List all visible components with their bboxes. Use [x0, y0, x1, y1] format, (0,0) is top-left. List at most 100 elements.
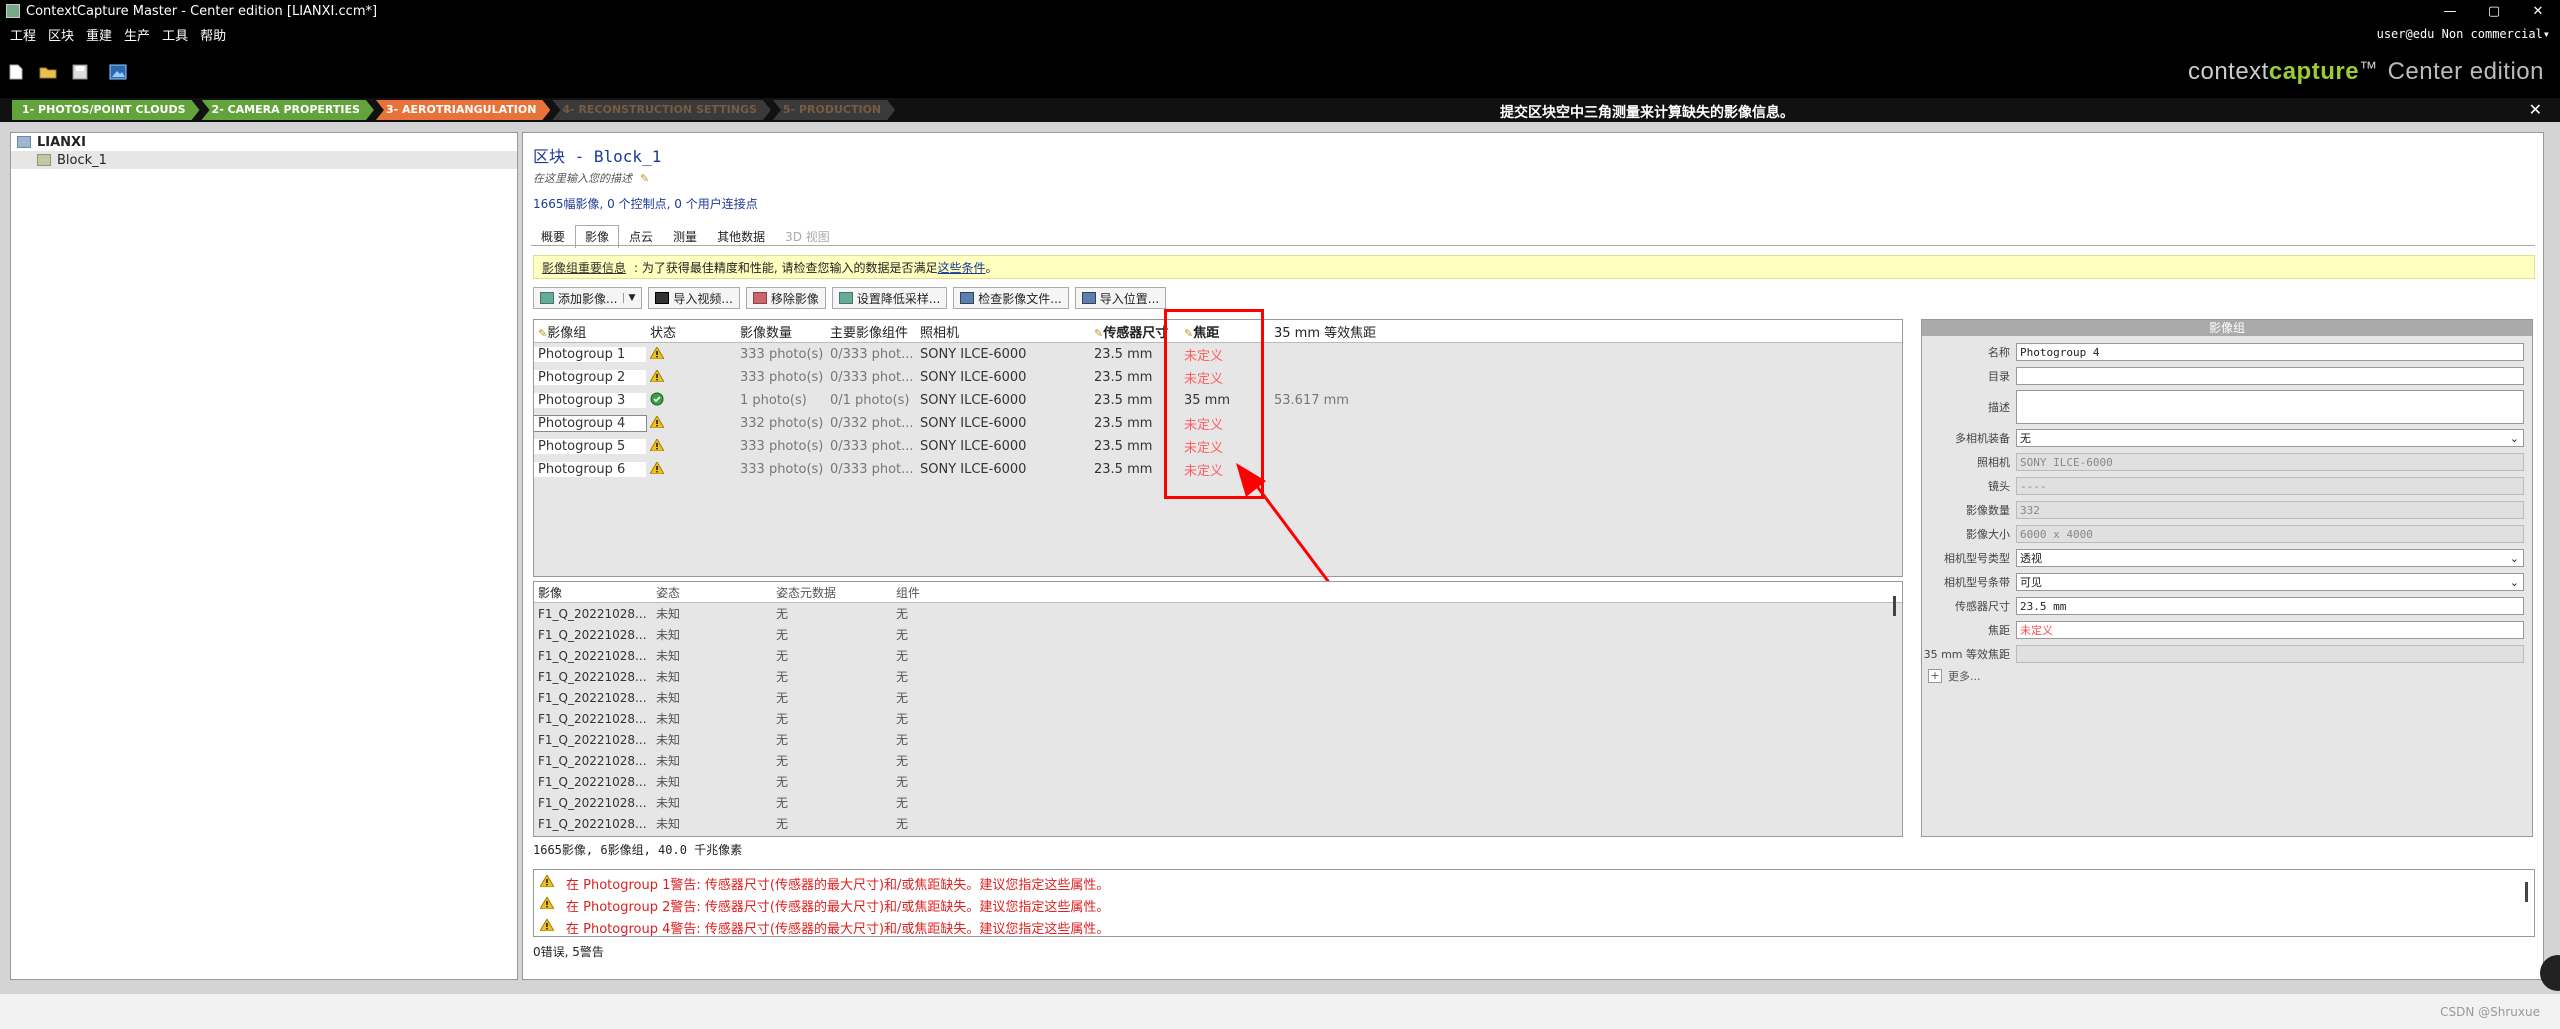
- import-video-button[interactable]: 导入视频...: [648, 287, 740, 309]
- warnings-scrollbar[interactable]: [2525, 882, 2528, 902]
- edit-pencil-icon[interactable]: ✎: [640, 172, 649, 185]
- new-project-icon[interactable]: [6, 62, 26, 82]
- prop-band-label: 相机型号条带: [1944, 576, 2010, 589]
- step-camera-properties[interactable]: 2- CAMERA PROPERTIES: [202, 100, 374, 120]
- col-35mm-focal[interactable]: 35 mm 等效焦距: [1270, 322, 1470, 341]
- warning-row[interactable]: 在 Photogroup 1警告: 传感器尺寸(传感器的最大尺寸)和/或焦距缺失…: [534, 872, 2534, 894]
- open-folder-icon[interactable]: [38, 62, 58, 82]
- prop-lens-value: ----: [2016, 477, 2524, 495]
- image-pose: 未知: [656, 649, 681, 663]
- image-row[interactable]: F1_Q_20221028... 未知 无 无: [534, 624, 1902, 645]
- image-row[interactable]: F1_Q_20221028... 未知 无 无: [534, 813, 1902, 834]
- step-photos[interactable]: 1- PHOTOS/POINT CLOUDS: [12, 100, 200, 120]
- image-row[interactable]: F1_Q_20221028... 未知 无 无: [534, 729, 1902, 750]
- col-photo-count[interactable]: 影像数量: [736, 322, 826, 341]
- menu-help[interactable]: 帮助: [200, 25, 226, 44]
- watermark: CSDN @Shruxue: [2440, 1005, 2540, 1019]
- prop-name-input[interactable]: Photogroup 4: [2016, 343, 2524, 361]
- image-pose: 未知: [656, 733, 681, 747]
- conditions-link[interactable]: 这些条件: [938, 259, 986, 276]
- image-pose-metadata: 无: [776, 691, 789, 705]
- prop-sensor-label: 传感器尺寸: [1955, 600, 2010, 613]
- image-component: 无: [896, 712, 909, 726]
- image-viewer-icon[interactable]: [108, 62, 128, 82]
- prop-camera-label: 照相机: [1977, 456, 2010, 469]
- menu-project[interactable]: 工程: [10, 25, 36, 44]
- prop-model-select[interactable]: 透视 ⌄: [2016, 549, 2524, 567]
- camera-model: SONY ILCE-6000: [920, 462, 1027, 477]
- image-component: 无: [896, 733, 909, 747]
- check-image-files-button[interactable]: 检查影像文件...: [953, 287, 1069, 309]
- image-name: F1_Q_20221028...: [538, 816, 647, 831]
- warning-row[interactable]: 在 Photogroup 2警告: 传感器尺寸(传感器的最大尺寸)和/或焦距缺失…: [534, 894, 2534, 916]
- step-production[interactable]: 5- PRODUCTION: [773, 100, 895, 120]
- tree-project-node[interactable]: LIANXI: [11, 133, 517, 151]
- image-row[interactable]: F1_Q_20221028... 未知 无 无: [534, 666, 1902, 687]
- step-hint: 提交区块空中三角测量来计算缺失的影像信息。: [1500, 105, 1794, 121]
- info-lead[interactable]: 影像组重要信息: [542, 259, 626, 276]
- save-icon[interactable]: [70, 62, 90, 82]
- prop-description-input[interactable]: [2016, 390, 2524, 424]
- image-row[interactable]: F1_Q_20221028... 未知 无 无: [534, 645, 1902, 666]
- import-positions-button[interactable]: 导入位置...: [1074, 287, 1167, 309]
- block-summary: 1665幅影像, 0 个控制点, 0 个用户连接点: [533, 197, 758, 211]
- col-component[interactable]: 组件: [892, 584, 1012, 601]
- col-status[interactable]: 状态: [646, 322, 736, 341]
- minimize-button[interactable]: —: [2428, 4, 2472, 19]
- block-description[interactable]: 在这里输入您的描述 ✎: [533, 170, 649, 186]
- more-properties-toggle[interactable]: + 更多...: [1922, 668, 2532, 684]
- photo-count: 333 photo(s): [740, 347, 824, 362]
- image-row[interactable]: F1_Q_20221028... 未知 无 无: [534, 708, 1902, 729]
- warning-row[interactable]: 在 Photogroup 4警告: 传感器尺寸(传感器的最大尺寸)和/或焦距缺失…: [534, 916, 2534, 938]
- close-window-button[interactable]: ✕: [2516, 4, 2560, 19]
- image-name: F1_Q_20221028...: [538, 774, 647, 789]
- warning-text: 在 Photogroup 4警告: 传感器尺寸(传感器的最大尺寸)和/或焦距缺失…: [566, 921, 1110, 937]
- prop-rig-select[interactable]: 无 ⌄: [2016, 429, 2524, 447]
- image-row[interactable]: F1_Q_20221028... 未知 无 无: [534, 687, 1902, 708]
- col-camera[interactable]: 照相机: [916, 322, 1090, 341]
- menu-production[interactable]: 生产: [124, 25, 150, 44]
- tree-block-node[interactable]: Block_1: [11, 151, 517, 169]
- image-row[interactable]: F1_Q_20221028... 未知 无 无: [534, 771, 1902, 792]
- error-summary: 0错误, 5警告: [533, 945, 604, 959]
- photogroup-name[interactable]: Photogroup 4: [534, 415, 647, 432]
- image-row[interactable]: F1_Q_20221028... 未知 无 无: [534, 792, 1902, 813]
- photogroup-name[interactable]: Photogroup 3: [534, 393, 646, 408]
- col-photogroup[interactable]: ✎影像组: [534, 322, 646, 341]
- step-aerotriangulation[interactable]: 3- AEROTRIANGULATION: [376, 100, 550, 120]
- menu-block[interactable]: 区块: [48, 25, 74, 44]
- image-component: 无: [896, 670, 909, 684]
- image-pose-metadata: 无: [776, 607, 789, 621]
- set-downsampling-button[interactable]: 设置降低采样...: [831, 287, 948, 309]
- add-photos-button[interactable]: 添加影像... ▼: [533, 287, 643, 309]
- images-scrollbar[interactable]: [1893, 596, 1896, 616]
- maximize-button[interactable]: ▢: [2472, 4, 2516, 19]
- user-account[interactable]: user@edu Non commercial▾: [2377, 27, 2550, 41]
- col-pose-metadata[interactable]: 姿态元数据: [772, 584, 892, 601]
- remove-photos-button[interactable]: 移除影像: [745, 287, 826, 309]
- remove-icon: [752, 292, 767, 304]
- col-main-component[interactable]: 主要影像组件: [826, 322, 916, 341]
- prop-directory-input[interactable]: [2016, 367, 2524, 385]
- menu-tools[interactable]: 工具: [162, 25, 188, 44]
- close-hint-icon[interactable]: ✕: [2529, 100, 2542, 119]
- photogroup-name[interactable]: Photogroup 1: [534, 347, 646, 362]
- step-reconstruction-settings[interactable]: 4- RECONSTRUCTION SETTINGS: [552, 100, 771, 120]
- photogroup-name[interactable]: Photogroup 5: [534, 439, 646, 454]
- col-pose[interactable]: 姿态: [652, 584, 772, 601]
- prop-sensor-input[interactable]: 23.5 mm: [2016, 597, 2524, 615]
- col-image[interactable]: 影像: [534, 584, 652, 601]
- photogroup-name[interactable]: Photogroup 6: [534, 462, 646, 477]
- prop-focal-input[interactable]: 未定义: [2016, 621, 2524, 639]
- image-pose: 未知: [656, 796, 681, 810]
- photogroup-name[interactable]: Photogroup 2: [534, 370, 646, 385]
- prop-f35-value: [2016, 645, 2524, 663]
- image-pose: 未知: [656, 607, 681, 621]
- camera-model: SONY ILCE-6000: [920, 370, 1027, 385]
- image-row[interactable]: F1_Q_20221028... 未知 无 无: [534, 603, 1902, 624]
- menu-reconstruction[interactable]: 重建: [86, 25, 112, 44]
- prop-band-select[interactable]: 可见 ⌄: [2016, 573, 2524, 591]
- image-pose: 未知: [656, 691, 681, 705]
- film-icon: [655, 292, 670, 304]
- image-row[interactable]: F1_Q_20221028... 未知 无 无: [534, 750, 1902, 771]
